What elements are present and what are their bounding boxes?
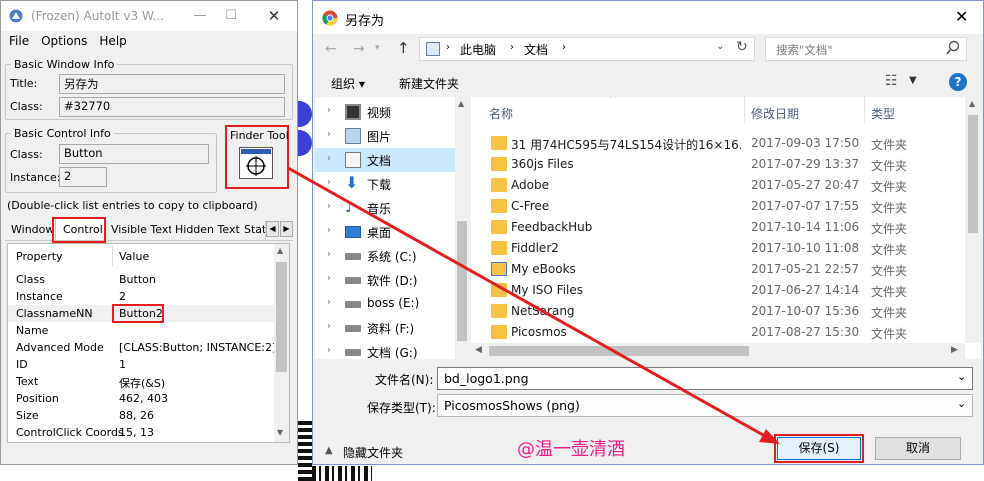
annotation-arrow (287, 166, 780, 444)
